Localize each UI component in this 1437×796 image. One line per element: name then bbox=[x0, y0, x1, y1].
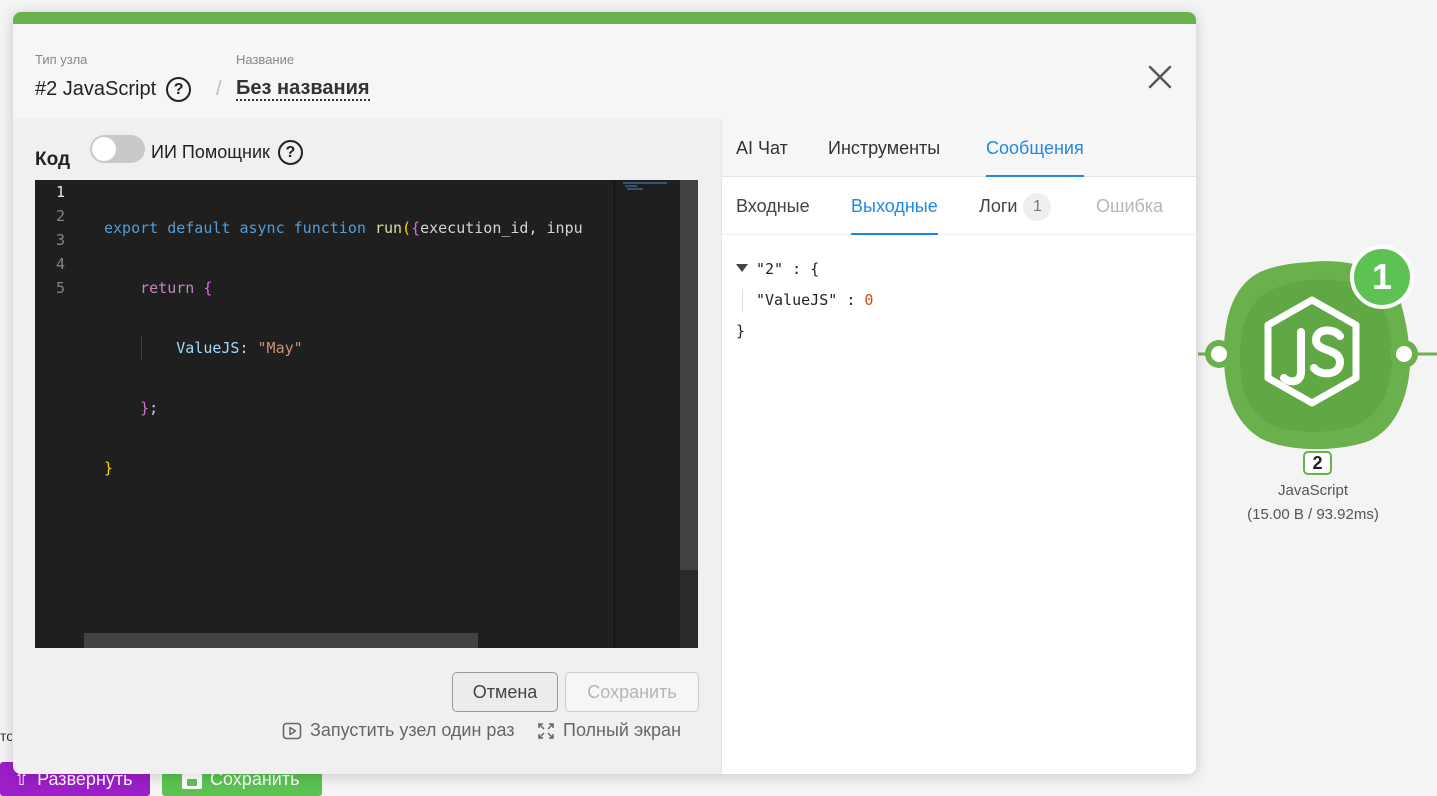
play-icon bbox=[282, 722, 302, 739]
token-colon: : bbox=[239, 339, 258, 357]
node-name-field[interactable]: Без названия bbox=[236, 77, 370, 101]
json-close-brace: } bbox=[736, 322, 746, 340]
subtab-logs[interactable]: Логи 1 bbox=[979, 177, 1052, 235]
json-indent-guide bbox=[742, 289, 743, 313]
modal-accent-bar bbox=[13, 12, 1196, 24]
node-editor-modal: Тип узла Название #2 JavaScript ? / Без … bbox=[13, 12, 1196, 774]
token-keyword: default bbox=[167, 219, 231, 237]
code-line: return { bbox=[104, 276, 614, 300]
help-icon[interactable]: ? bbox=[277, 140, 303, 165]
token-brace: { bbox=[411, 219, 421, 237]
subtab-error[interactable]: Ошибка bbox=[1096, 177, 1163, 235]
token-keyword: function bbox=[293, 219, 366, 237]
token-brace: } bbox=[104, 459, 114, 477]
save-button[interactable]: Сохранить bbox=[565, 672, 699, 712]
json-open-brace: { bbox=[810, 260, 820, 278]
json-key: "2" bbox=[756, 260, 784, 278]
output-json-viewer: "2" : { "ValueJS" : 0 } bbox=[736, 254, 873, 347]
tab-messages[interactable]: Сообщения bbox=[986, 119, 1084, 177]
token-string: "May" bbox=[257, 339, 303, 357]
json-value: 0 bbox=[864, 291, 874, 309]
help-icon[interactable]: ? bbox=[166, 77, 192, 102]
node-stats: (15.00 B / 93.92ms) bbox=[1247, 506, 1379, 523]
fullscreen-button[interactable]: Полный экран bbox=[537, 720, 681, 741]
message-subtabs: Входные Выходные Логи 1 Ошибка bbox=[722, 177, 1196, 235]
run-once-label: Запустить узел один раз bbox=[310, 720, 515, 740]
node-label: JavaScript bbox=[1277, 482, 1349, 499]
json-entry-line: "ValueJS" : 0 bbox=[736, 285, 873, 316]
breadcrumb-separator: / bbox=[216, 78, 222, 100]
node-type-caption: Тип узла bbox=[35, 52, 88, 67]
code-line: }; bbox=[104, 396, 614, 420]
line-number-gutter: 1 2 3 4 5 bbox=[35, 180, 95, 300]
line-number: 3 bbox=[55, 231, 65, 249]
node-type-label: #2 JavaScript bbox=[35, 78, 157, 100]
logs-count-badge: 1 bbox=[1023, 193, 1052, 222]
background-edge-text: то bbox=[0, 728, 12, 744]
token-function-name: run bbox=[374, 219, 403, 237]
json-close-line: } bbox=[736, 316, 873, 347]
close-icon[interactable] bbox=[1147, 64, 1173, 90]
line-number: 5 bbox=[55, 279, 65, 297]
ai-assistant: ИИ Помощник ? bbox=[151, 140, 303, 165]
side-panel: AI Чат Инструменты Сообщения Входные Вых… bbox=[721, 119, 1196, 774]
node-name-caption: Название bbox=[236, 52, 295, 67]
code-line: } bbox=[104, 456, 614, 480]
token-brace: { bbox=[203, 279, 213, 297]
subtab-output[interactable]: Выходные bbox=[851, 177, 938, 235]
code-line: export default async function run({execu… bbox=[104, 216, 614, 240]
horizontal-scrollbar[interactable] bbox=[84, 633, 478, 648]
fullscreen-label: Полный экран bbox=[563, 720, 682, 740]
json-colon: : bbox=[846, 291, 856, 309]
line-number: 2 bbox=[55, 207, 65, 225]
modal-header: Тип узла Название #2 JavaScript ? / Без … bbox=[13, 24, 1196, 131]
main-tabs: AI Чат Инструменты Сообщения bbox=[722, 119, 1196, 177]
code-line: ValueJS: "May" bbox=[104, 336, 614, 360]
node-count-badge: 1 bbox=[1350, 245, 1414, 309]
node-caption: JavaScript (15.00 B / 93.92ms) bbox=[1230, 479, 1396, 527]
code-text: export default async function run({execu… bbox=[104, 180, 614, 516]
expand-icon bbox=[538, 722, 554, 739]
tab-ai-chat[interactable]: AI Чат bbox=[736, 119, 788, 177]
node-number-badge: 2 bbox=[1303, 451, 1332, 475]
cancel-button[interactable]: Отмена bbox=[452, 672, 558, 712]
token-params: execution_id, inpu bbox=[420, 219, 583, 237]
token-keyword: return bbox=[140, 279, 195, 297]
token-keyword: async bbox=[239, 219, 285, 237]
code-editor[interactable]: 1 2 3 4 5 export default async function … bbox=[35, 180, 698, 648]
json-key: "ValueJS" bbox=[756, 291, 838, 309]
ai-assistant-toggle[interactable] bbox=[90, 135, 145, 163]
code-label: Код bbox=[35, 149, 71, 170]
token-semicolon: ; bbox=[149, 399, 159, 417]
subtab-logs-label: Логи bbox=[979, 196, 1018, 216]
indent-guide bbox=[141, 336, 142, 360]
collapse-triangle-icon[interactable] bbox=[736, 264, 748, 272]
json-colon: : bbox=[792, 260, 802, 278]
code-pane: Код ИИ Помощник ? 1 2 3 4 5 export defau… bbox=[13, 119, 721, 774]
token-paren: ( bbox=[402, 219, 412, 237]
run-once-button[interactable]: Запустить узел один раз bbox=[282, 720, 515, 741]
subtab-input[interactable]: Входные bbox=[736, 177, 810, 235]
ai-assistant-label: ИИ Помощник bbox=[151, 142, 270, 162]
node-type: #2 JavaScript ? bbox=[35, 77, 192, 102]
token-brace: } bbox=[140, 399, 150, 417]
json-root-line[interactable]: "2" : { bbox=[736, 254, 873, 285]
vertical-scrollbar[interactable] bbox=[680, 180, 698, 570]
token-keyword: export bbox=[104, 219, 159, 237]
tab-tools[interactable]: Инструменты bbox=[828, 119, 940, 177]
token-property: ValueJS bbox=[176, 339, 240, 357]
line-number: 4 bbox=[55, 255, 65, 273]
code-minimap[interactable] bbox=[614, 180, 680, 648]
line-number: 1 bbox=[55, 183, 65, 201]
